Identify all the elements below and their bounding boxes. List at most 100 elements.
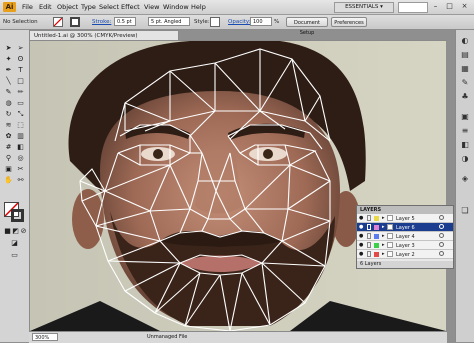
- target-circle-icon[interactable]: [439, 224, 444, 229]
- layer-name[interactable]: Layer 5: [396, 216, 415, 222]
- graphic-styles-icon[interactable]: ▣: [459, 112, 471, 122]
- layer-name[interactable]: Layer 2: [396, 252, 415, 258]
- menu-view[interactable]: View: [144, 3, 159, 11]
- expand-arrow-icon[interactable]: ▸: [382, 251, 385, 257]
- lock-toggle[interactable]: [367, 224, 371, 230]
- zoom-level-field[interactable]: 300%: [32, 333, 58, 341]
- pencil-tool-icon[interactable]: ✏: [16, 88, 25, 96]
- document-setup-button[interactable]: Document Setup: [286, 17, 328, 36]
- selection-tool-icon[interactable]: ➤: [4, 44, 13, 52]
- target-circle-icon[interactable]: [439, 251, 444, 256]
- stroke-color-box[interactable]: [11, 209, 24, 222]
- workspace-switcher[interactable]: ESSENTIALS ▾: [334, 2, 394, 13]
- symbols-icon[interactable]: ♣: [459, 92, 471, 102]
- free-transform-tool-icon[interactable]: ⬚: [16, 121, 25, 129]
- blob-brush-tool-icon[interactable]: ◍: [4, 99, 13, 107]
- transparency-icon[interactable]: ◑: [459, 154, 471, 164]
- menu-type[interactable]: Type: [81, 3, 96, 11]
- target-circle-icon[interactable]: [439, 233, 444, 238]
- brush-definition-field[interactable]: 5 pt. Angled: [148, 17, 190, 26]
- line-tool-icon[interactable]: ╲: [4, 77, 13, 85]
- menu-select[interactable]: Select: [99, 3, 119, 11]
- gradient-icon[interactable]: ◧: [459, 140, 471, 150]
- color-guide-icon[interactable]: ▤: [459, 50, 471, 60]
- menu-window[interactable]: Window: [163, 3, 189, 11]
- hand-tool-icon[interactable]: ✋: [4, 176, 13, 184]
- minimize-icon[interactable]: –: [430, 2, 441, 11]
- menu-help[interactable]: Help: [191, 3, 206, 11]
- lock-toggle[interactable]: [367, 242, 371, 248]
- screen-mode-icon[interactable]: ▭: [10, 251, 19, 259]
- brushes-icon[interactable]: ✎: [459, 78, 471, 88]
- lock-toggle[interactable]: [367, 233, 371, 239]
- maximize-icon[interactable]: □: [444, 2, 455, 11]
- layer-row[interactable]: ● ▸ Layer 4: [357, 232, 453, 241]
- layer-row[interactable]: ● ▸ Layer 2: [357, 250, 453, 259]
- expand-arrow-icon[interactable]: ▸: [382, 215, 385, 221]
- lock-toggle[interactable]: [367, 251, 371, 257]
- appearance-icon[interactable]: ◈: [459, 174, 471, 184]
- layer-row-selected[interactable]: ● ▸ Layer 6: [357, 223, 453, 232]
- menu-effect[interactable]: Effect: [121, 3, 140, 11]
- layer-name[interactable]: Layer 6: [396, 225, 415, 231]
- blend-tool-icon[interactable]: ◎: [16, 154, 25, 162]
- eraser-tool-icon[interactable]: ▭: [16, 99, 25, 107]
- lasso-tool-icon[interactable]: ʘ: [16, 55, 25, 63]
- layer-row[interactable]: ● ▸ Layer 3: [357, 241, 453, 250]
- visibility-eye-icon[interactable]: ●: [359, 215, 363, 221]
- fill-swatch[interactable]: [53, 17, 63, 27]
- scale-tool-icon[interactable]: ⤡: [16, 110, 25, 118]
- expand-arrow-icon[interactable]: ▸: [382, 233, 385, 239]
- opacity-field[interactable]: 100: [250, 17, 272, 26]
- menu-file[interactable]: File: [22, 3, 33, 11]
- document-tab[interactable]: Untitled-1.ai @ 300% (CMYK/Preview): [29, 30, 179, 40]
- target-circle-icon[interactable]: [439, 215, 444, 220]
- rectangle-tool-icon[interactable]: □: [16, 77, 25, 85]
- swatches-icon[interactable]: ▦: [459, 64, 471, 74]
- status-text[interactable]: Unmanaged File: [147, 334, 187, 340]
- menu-edit[interactable]: Edit: [39, 3, 52, 11]
- opacity-label[interactable]: Opacity:: [228, 19, 251, 25]
- graphic-style-swatch[interactable]: [210, 17, 220, 27]
- search-input[interactable]: [398, 2, 428, 13]
- symbol-sprayer-tool-icon[interactable]: ✿: [4, 132, 13, 140]
- expand-arrow-icon[interactable]: ▸: [382, 224, 385, 230]
- artboard-canvas[interactable]: [30, 41, 446, 331]
- draw-mode-icon[interactable]: ◪: [10, 239, 19, 247]
- zoom-tool-icon[interactable]: ⚯: [16, 176, 25, 184]
- layers-icon[interactable]: ❏: [459, 206, 471, 216]
- layer-row[interactable]: ● ▸ Layer 5: [357, 214, 453, 223]
- lock-toggle[interactable]: [367, 215, 371, 221]
- expand-arrow-icon[interactable]: ▸: [382, 242, 385, 248]
- pen-tool-icon[interactable]: ✒: [4, 66, 13, 74]
- menu-object[interactable]: Object: [57, 3, 78, 11]
- graph-tool-icon[interactable]: ▥: [16, 132, 25, 140]
- gradient-tool-icon[interactable]: ◧: [16, 143, 25, 151]
- close-icon[interactable]: ×: [459, 2, 470, 11]
- visibility-eye-icon[interactable]: ●: [359, 224, 363, 230]
- mesh-tool-icon[interactable]: #: [4, 143, 13, 151]
- stroke-icon[interactable]: ≡: [459, 126, 471, 136]
- color-icon[interactable]: ◐: [459, 36, 471, 46]
- eyedropper-tool-icon[interactable]: ⚲: [4, 154, 13, 162]
- live-paint-tool-icon[interactable]: ▣: [4, 165, 13, 173]
- visibility-eye-icon[interactable]: ●: [359, 233, 363, 239]
- visibility-eye-icon[interactable]: ●: [359, 242, 363, 248]
- layer-name[interactable]: Layer 4: [396, 234, 415, 240]
- stroke-weight-field[interactable]: 0.5 pt: [114, 17, 136, 26]
- slice-tool-icon[interactable]: ✂: [16, 165, 25, 173]
- magic-wand-tool-icon[interactable]: ✦: [4, 55, 13, 63]
- direct-selection-tool-icon[interactable]: ➢: [16, 44, 25, 52]
- paintbrush-tool-icon[interactable]: ✎: [4, 88, 13, 96]
- visibility-eye-icon[interactable]: ●: [359, 251, 363, 257]
- stroke-label[interactable]: Stroke:: [92, 19, 111, 25]
- layers-panel-title[interactable]: LAYERS: [357, 206, 453, 214]
- target-circle-icon[interactable]: [439, 242, 444, 247]
- stroke-swatch[interactable]: [70, 17, 80, 27]
- type-tool-icon[interactable]: T: [16, 66, 25, 74]
- rotate-tool-icon[interactable]: ↻: [4, 110, 13, 118]
- none-mode-icon[interactable]: ⊘: [19, 227, 28, 235]
- preferences-button[interactable]: Preferences: [331, 17, 367, 27]
- warp-tool-icon[interactable]: ≋: [4, 121, 13, 129]
- layer-name[interactable]: Layer 3: [396, 243, 415, 249]
